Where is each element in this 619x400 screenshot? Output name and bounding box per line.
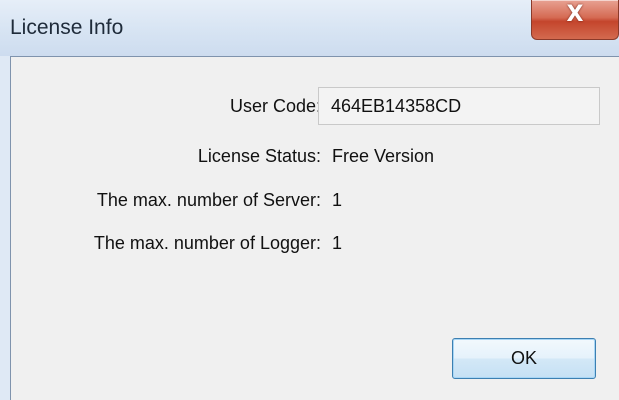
max-logger-row: The max. number of Logger: 1 [11,233,619,257]
license-status-label: License Status: [197,146,321,166]
max-logger-label: The max. number of Logger: [93,233,321,253]
close-button[interactable]: X [531,0,619,40]
user-code-field[interactable]: 464EB14358CD [318,87,600,125]
title-bar[interactable]: License Info [0,0,619,56]
license-status-value: Free Version [332,146,435,166]
license-info-dialog: License Info X User Code: 464EB14358CD L… [0,0,619,400]
max-server-label: The max. number of Server: [96,190,321,210]
max-server-row: The max. number of Server: 1 [11,190,619,214]
dialog-content: User Code: 464EB14358CD License Status: … [10,56,619,400]
user-code-value: 464EB14358CD [331,96,462,116]
close-icon: X [566,2,584,27]
user-code-label: User Code: [229,96,321,116]
max-logger-value: 1 [332,233,343,253]
license-status-row: License Status: Free Version [11,146,619,170]
window-title: License Info [10,16,124,39]
ok-button[interactable]: OK [452,338,596,379]
max-server-value: 1 [332,190,343,210]
